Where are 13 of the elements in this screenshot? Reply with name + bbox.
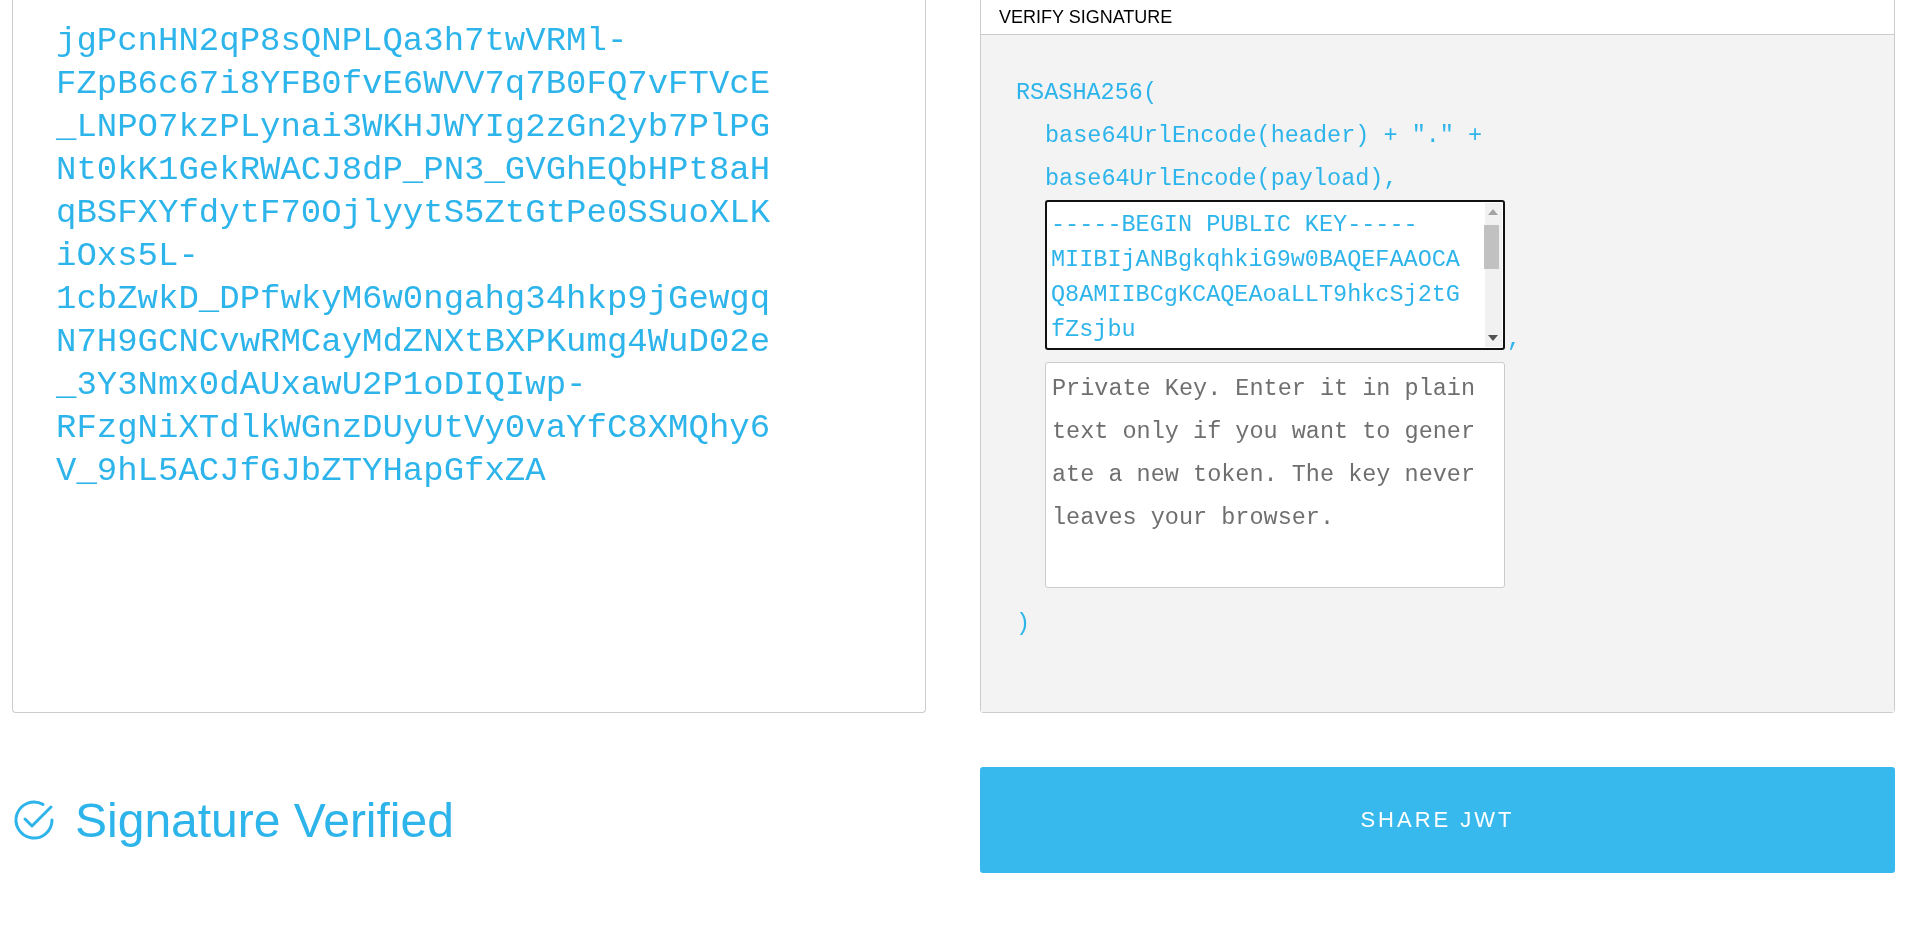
code-line: RSASHA256(	[1016, 78, 1158, 108]
private-key-field[interactable]: Private Key. Enter it in plain text only if you want to generate a new token. The key never leaves your browser.	[1045, 362, 1505, 588]
signature-status: Signature Verified	[75, 792, 454, 848]
encoded-token-text: jgPcnHN2qP8sQNPLQa3h7twVRMl-FZpB6c67i8YFB0fvE6WVV7q7B0FQ7vFTVcE_LNPO7kzPLynai3WKHJWYIg2zGn2yb7PlPGNt0kK1GekRWACJ8dP_PN3_GVGhEQbHPt8aHqBSFXYfdytF70OjlyytS5ZtGtPe0SSuoXLKiOxs5L-1cbZwkD_DPfwkyM6w0ngahg34hkp9jGewgqN7H9GCNCvwRMCayMdZNXtBXPKumg4WuD02e_3Y3Nmx0dAUxawU2P1oDIQIwp-RFzgNiXTdlkWGnzDUyUtVy0vaYfC8XMQhy6V_9hL5ACJfGJbZTYHapGfxZA	[56, 21, 772, 492]
code-line: )	[1016, 609, 1031, 639]
panel-title: VERIFY SIGNATURE	[999, 6, 1173, 28]
code-punctuation: ,	[1507, 330, 1522, 350]
check-circle-icon	[12, 798, 56, 842]
code-line: base64UrlEncode(payload),	[1045, 164, 1398, 194]
code-line: base64UrlEncode(header) + "." +	[1045, 121, 1483, 151]
public-key-field[interactable]: -----BEGIN PUBLIC KEY----- MIIBIjANBgkqhkiG9w0BAQEFAAOCA Q8AMIIBCgKCAQEAoaLLT9hkcSj2tG fZsjbu	[1045, 200, 1505, 350]
scrollbar[interactable]	[1485, 203, 1502, 347]
share-jwt-button[interactable]: SHARE JWT	[980, 767, 1895, 873]
